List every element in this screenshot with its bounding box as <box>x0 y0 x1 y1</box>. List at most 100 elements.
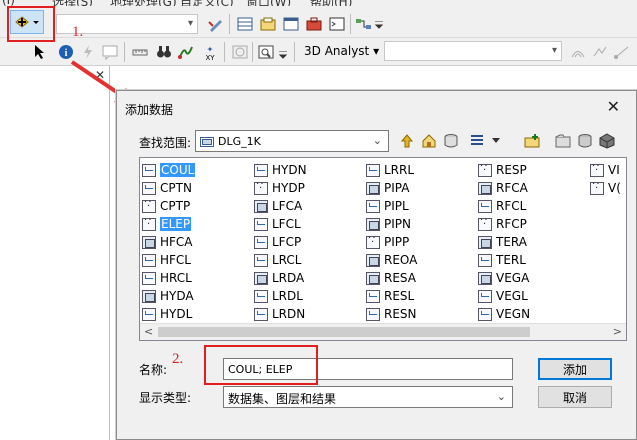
toc-button[interactable] <box>441 131 461 151</box>
new-folder-button[interactable] <box>553 131 573 151</box>
home-button[interactable] <box>419 131 439 151</box>
line-feature-icon <box>366 163 380 177</box>
select-elements-button[interactable] <box>30 42 50 62</box>
file-item-label: VEGN <box>496 307 531 321</box>
python-window-button[interactable] <box>327 14 347 34</box>
horizontal-scrollbar[interactable]: < > <box>140 323 626 340</box>
new-folder-icon <box>555 134 571 148</box>
file-item[interactable]: HFCL <box>142 251 191 269</box>
scrollbar-thumb[interactable] <box>158 327 530 337</box>
file-item[interactable]: LRDA <box>254 269 304 287</box>
look-in-dropdown[interactable]: DLG_1K ⌄ <box>195 130 389 152</box>
file-item-label: HRCL <box>160 271 192 285</box>
terminal-icon <box>329 17 345 31</box>
file-item[interactable]: PIPP <box>366 233 409 251</box>
new-geodatabase-button[interactable] <box>575 131 595 151</box>
model-builder-button[interactable] <box>354 14 374 34</box>
file-item[interactable]: V( <box>590 179 621 197</box>
3d-layer-dropdown[interactable]: ▾ <box>384 41 562 61</box>
file-item[interactable]: VEGL <box>478 287 528 305</box>
file-item[interactable]: LRCL <box>254 251 302 269</box>
find-button[interactable] <box>154 42 174 62</box>
file-item[interactable]: VEGA <box>478 269 529 287</box>
file-item[interactable]: LFCP <box>254 233 301 251</box>
view-list-button[interactable] <box>469 131 489 151</box>
file-item[interactable]: HYDP <box>254 179 305 197</box>
measure-button[interactable] <box>130 42 150 62</box>
table-window-button[interactable] <box>235 14 255 34</box>
line-feature-icon <box>142 271 156 285</box>
cancel-button[interactable]: 取消 <box>538 386 612 408</box>
file-item-label: CPTN <box>160 181 192 195</box>
file-item[interactable]: TERA <box>478 233 527 251</box>
identify-button[interactable]: i <box>56 42 76 62</box>
file-item[interactable]: REOA <box>366 251 417 269</box>
point-feature-icon <box>590 179 604 195</box>
file-item[interactable]: HRCL <box>142 269 192 287</box>
file-item[interactable]: RFCA <box>478 179 528 197</box>
file-item-label: LFCL <box>272 217 301 231</box>
catalog-button[interactable] <box>258 14 278 34</box>
file-item-label: RESL <box>384 289 415 303</box>
file-item[interactable]: RESA <box>366 269 416 287</box>
file-item[interactable]: PIPN <box>366 215 411 233</box>
toolbar2-overflow-button[interactable] <box>278 50 288 62</box>
file-item[interactable]: RESL <box>366 287 414 305</box>
html-popup-button[interactable] <box>100 42 120 62</box>
line-feature-icon <box>254 163 268 177</box>
time-slider-button[interactable] <box>230 42 250 62</box>
chevron-down-icon: ▾ <box>187 18 193 29</box>
file-item[interactable]: RFCP <box>478 215 527 233</box>
close-icon[interactable]: ✕ <box>607 97 620 116</box>
close-icon[interactable]: ✕ <box>95 68 105 82</box>
line-of-sight-button[interactable] <box>612 42 632 62</box>
file-item[interactable]: LFCL <box>254 215 301 233</box>
search-window-button[interactable] <box>281 14 301 34</box>
file-item[interactable]: CPTP <box>142 197 190 215</box>
show-type-dropdown[interactable]: 数据集、图层和结果 ⌄ <box>223 386 513 408</box>
go-to-xy-button[interactable]: ✦ XY <box>200 42 220 62</box>
scroll-left-icon[interactable]: < <box>144 325 153 338</box>
file-item[interactable]: LRDL <box>254 287 303 305</box>
file-item[interactable]: HYDL <box>142 305 192 323</box>
file-item[interactable]: LRDN <box>254 305 305 323</box>
chevron-down-icon: ⌄ <box>372 134 382 147</box>
toolbox-button[interactable] <box>304 14 324 34</box>
file-item[interactable]: LFCA <box>254 197 302 215</box>
file-item[interactable]: CPTN <box>142 179 192 197</box>
editor-tool-button[interactable] <box>206 14 226 34</box>
scroll-right-icon[interactable]: > <box>613 325 622 338</box>
file-item[interactable]: RESP <box>478 161 527 179</box>
file-item-label: PIPP <box>384 235 410 249</box>
file-item[interactable]: PIPA <box>366 179 409 197</box>
toolbar-overflow-button[interactable] <box>374 20 384 32</box>
chevron-down-icon <box>492 138 500 143</box>
file-item[interactable]: HYDN <box>254 161 307 179</box>
hyperlink-button[interactable] <box>78 42 98 62</box>
find-route-button[interactable] <box>176 42 196 62</box>
create-viewer-button[interactable] <box>256 42 276 62</box>
file-item[interactable]: VI <box>590 161 620 179</box>
view-options-dropdown[interactable] <box>491 131 501 151</box>
3d-analyst-menu[interactable]: 3D Analyst ▾ <box>304 44 379 58</box>
file-item[interactable]: RFCL <box>478 197 526 215</box>
file-item[interactable]: COUL <box>142 161 196 179</box>
up-one-level-button[interactable] <box>397 131 417 151</box>
file-item[interactable]: PIPL <box>366 197 409 215</box>
file-item[interactable]: TERL <box>478 251 526 269</box>
file-list[interactable]: COUL CPTN CPTP ELEP HFCA HFCL HRCL HYDA HYDL HYDN… <box>139 157 627 341</box>
file-item[interactable]: ELEP <box>142 215 192 233</box>
file-item[interactable]: HYDA <box>142 287 194 305</box>
file-item-label: HYDA <box>160 289 194 303</box>
connect-folder-button[interactable] <box>523 131 543 151</box>
cursor-arrow-icon <box>35 45 44 59</box>
add-button[interactable]: 添加 <box>538 358 612 380</box>
file-item[interactable]: LRRL <box>366 161 414 179</box>
steepest-path-button[interactable] <box>590 42 610 62</box>
file-item[interactable]: VEGN <box>478 305 530 323</box>
file-item[interactable]: RESN <box>366 305 417 323</box>
contour-button[interactable] <box>568 42 588 62</box>
file-item[interactable]: HFCA <box>142 233 193 251</box>
file-item-label: TERL <box>496 253 526 267</box>
new-toolbox-button[interactable] <box>597 131 617 151</box>
